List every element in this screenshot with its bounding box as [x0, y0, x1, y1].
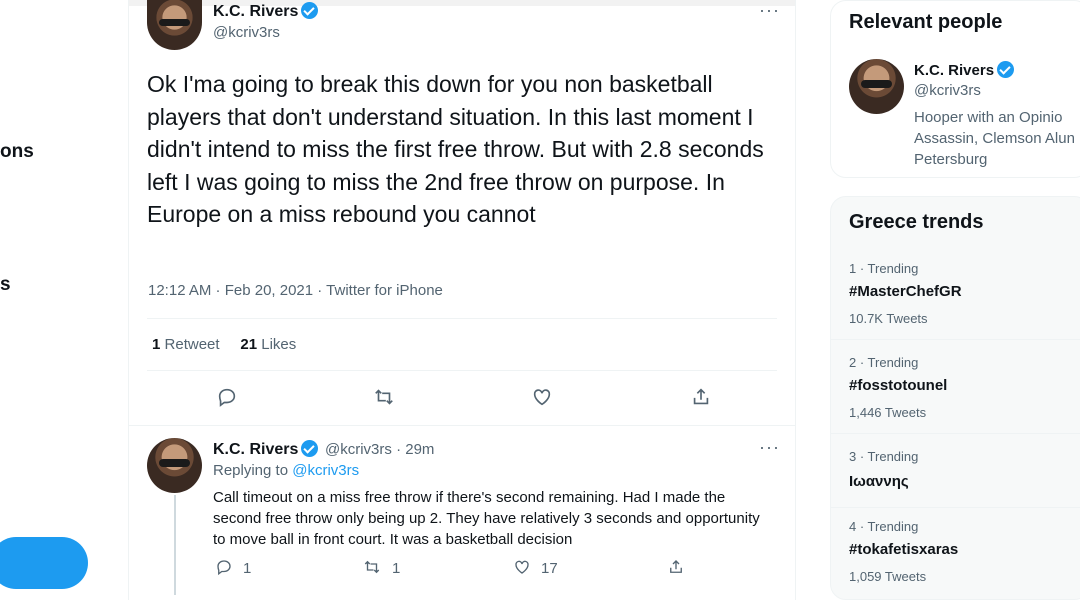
twitter-page: ons s K.C. Rivers @kcriv3rs ··· Ok I'ma … [0, 0, 1080, 600]
avatar[interactable] [849, 59, 904, 114]
heart-icon [533, 389, 551, 406]
tweet-button[interactable] [0, 537, 88, 589]
reply-icon [217, 560, 231, 576]
reply-time[interactable]: · 29m [396, 441, 434, 458]
verified-badge-icon [301, 440, 319, 457]
like-label: Likes [261, 336, 297, 353]
trend-name: #fosstotounel [849, 377, 948, 394]
trend-rank: 2 · Trending [849, 355, 919, 370]
divider [147, 370, 777, 371]
more-options-icon[interactable]: ··· [759, 437, 780, 458]
like-count: 21 [240, 336, 258, 353]
relevant-person-name-text[interactable]: K.C. Rivers [914, 62, 994, 79]
divider [831, 507, 1080, 508]
replying-to-link[interactable]: @kcriv3rs [292, 462, 359, 479]
nav-item-lists[interactable]: s [0, 274, 11, 296]
reply-button[interactable] [207, 386, 247, 414]
reply-icon [218, 388, 236, 407]
trend-count: 10.7K Tweets [849, 311, 928, 326]
trend-item[interactable]: 1 · Trending #MasterChefGR 10.7K Tweets [831, 249, 1080, 341]
engagement-counts[interactable]: 1 Retweet 21 Likes [152, 336, 296, 353]
trend-rank: 3 · Trending [849, 449, 919, 464]
main-column: K.C. Rivers @kcriv3rs ··· Ok I'ma going … [128, 0, 796, 600]
reply-author-handle[interactable]: @kcriv3rs [325, 441, 392, 458]
retweet-label: Retweet [164, 336, 220, 353]
divider [831, 433, 1080, 434]
reply-author-name-text[interactable]: K.C. Rivers [213, 441, 298, 458]
share-button[interactable] [681, 386, 721, 414]
trend-name: #MasterChefGR [849, 283, 962, 300]
author-handle[interactable]: @kcriv3rs [213, 24, 280, 41]
reply-text: Call timeout on a miss free throw if the… [213, 489, 760, 548]
reply-reply-button[interactable]: 1 [215, 558, 251, 577]
tweet-text: Ok I'ma going to break this down for you… [147, 71, 764, 227]
trend-name: #tokafetisxaras [849, 541, 959, 558]
verified-badge-icon [301, 2, 319, 19]
trend-name: Ιωαννης [849, 473, 909, 490]
author-name-text[interactable]: K.C. Rivers [213, 3, 298, 20]
relevant-people-card: Relevant people K.C. Rivers @kcriv3rs Ho… [830, 0, 1080, 178]
retweet-count: 1 [152, 336, 161, 353]
thread-line [174, 495, 176, 595]
replying-to: Replying to @kcriv3rs [213, 462, 359, 479]
share-icon [670, 560, 682, 573]
divider [147, 318, 777, 319]
reply-share-button[interactable] [667, 558, 685, 577]
retweet-icon [364, 560, 380, 574]
relevant-person-handle[interactable]: @kcriv3rs [914, 82, 981, 99]
trend-count: 1,059 Tweets [849, 569, 927, 584]
heart-icon [515, 560, 529, 574]
trend-count: 1,446 Tweets [849, 405, 927, 420]
avatar[interactable] [147, 0, 202, 50]
relevant-person-bio: Hooper with an Opinio Assassin, Clemson … [914, 109, 1075, 168]
nav-item-notifications[interactable]: ons [0, 141, 34, 163]
left-navigation: ons s [0, 0, 128, 600]
reply-retweet-button[interactable]: 1 [362, 558, 400, 577]
tweet-timestamp[interactable]: 12:12 AM · Feb 20, 2021 · Twitter for iP… [148, 282, 443, 299]
reply-like-button[interactable]: 17 [513, 558, 558, 577]
retweet-icon [375, 389, 393, 405]
right-sidebar: Relevant people K.C. Rivers @kcriv3rs Ho… [830, 0, 1080, 600]
reply-reply-count: 1 [243, 560, 252, 577]
more-options-icon[interactable]: ··· [759, 0, 780, 21]
trends-title: Greece trends [849, 211, 984, 233]
relevant-people-title: Relevant people [849, 11, 1003, 33]
retweet-button[interactable] [364, 386, 404, 414]
trend-item[interactable]: 3 · Trending Ιωαννης [831, 437, 1080, 507]
reply-author-name[interactable]: K.C. Rivers [213, 440, 319, 459]
relevant-person-name[interactable]: K.C. Rivers [914, 61, 1015, 79]
trend-rank: 1 · Trending [849, 261, 919, 276]
trend-item[interactable]: 2 · Trending #fosstotounel 1,446 Tweets [831, 343, 1080, 435]
divider [129, 425, 795, 426]
avatar[interactable] [147, 438, 202, 493]
trend-rank: 4 · Trending [849, 519, 919, 534]
share-icon [693, 388, 709, 405]
reply-like-count: 17 [541, 560, 558, 577]
replying-prefix: Replying to [213, 462, 289, 479]
author-name[interactable]: K.C. Rivers [213, 2, 319, 21]
reply-handle-time[interactable]: @kcriv3rs · 29m [325, 441, 434, 458]
verified-badge-icon [997, 61, 1015, 78]
reply-retweet-count: 1 [392, 560, 401, 577]
trend-item[interactable]: 4 · Trending #tokafetisxaras 1,059 Tweet… [831, 511, 1080, 600]
like-button[interactable] [522, 386, 562, 414]
trends-card: Greece trends 1 · Trending #MasterChefGR… [830, 196, 1080, 600]
divider [831, 339, 1080, 340]
